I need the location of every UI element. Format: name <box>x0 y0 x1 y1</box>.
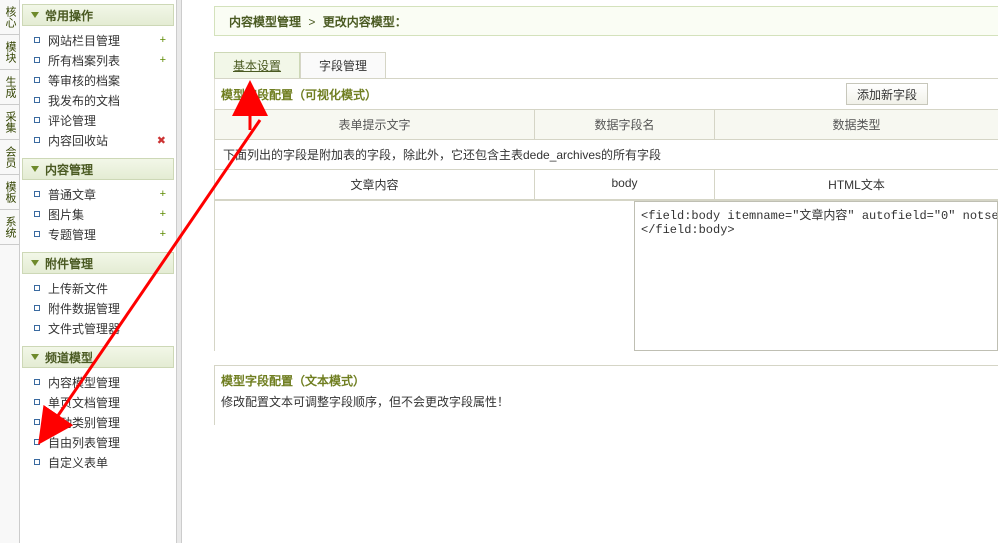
group-common[interactable]: 常用操作 <box>22 4 174 26</box>
sidebar-item[interactable]: 等审核的档案 <box>24 70 172 90</box>
tab-basic[interactable]: 基本设置 <box>214 52 300 78</box>
bullet-icon <box>34 137 40 143</box>
group-content[interactable]: 内容管理 <box>22 158 174 180</box>
sidebar-item[interactable]: 评论管理 <box>24 110 172 130</box>
left-vertical-tabs: 核心 模块 生成 采集 会员 模板 系统 <box>0 0 20 543</box>
bullet-icon <box>34 379 40 385</box>
text-config-title: 模型字段配置（文本模式） <box>221 372 998 389</box>
cell-prompt: 文章内容 <box>215 170 535 200</box>
cell-field: body <box>535 170 715 200</box>
group-attach[interactable]: 附件管理 <box>22 252 174 274</box>
sidebar-item[interactable]: 图片集+ <box>24 204 172 224</box>
sidebar-item[interactable]: 自定义表单 <box>24 452 172 472</box>
vtab-core[interactable]: 核心 <box>0 0 20 35</box>
bullet-icon <box>34 57 40 63</box>
bullet-icon <box>34 211 40 217</box>
chevron-down-icon <box>31 260 39 266</box>
bullet-icon <box>34 191 40 197</box>
add-icon[interactable]: + <box>160 208 166 220</box>
add-icon[interactable]: + <box>160 54 166 66</box>
add-icon[interactable]: + <box>160 188 166 200</box>
fields-note: 下面列出的字段是附加表的字段，除此外，它还包含主表dede_archives的所… <box>215 140 998 170</box>
fields-table: 表单提示文字 数据字段名 数据类型 下面列出的字段是附加表的字段，除此外，它还包… <box>214 109 998 201</box>
bullet-icon <box>34 231 40 237</box>
table-row[interactable]: 文章内容 body HTML文本 <box>215 170 998 200</box>
breadcrumb-root[interactable]: 内容模型管理 <box>229 15 301 29</box>
bullet-icon <box>34 117 40 123</box>
bullet-icon <box>34 77 40 83</box>
group-title: 常用操作 <box>45 9 93 23</box>
sidebar-item[interactable]: 网站栏目管理+ <box>24 30 172 50</box>
visual-config-title: 模型字段配置（可视化模式） <box>215 86 846 103</box>
cell-type: HTML文本 <box>715 170 998 200</box>
bullet-icon <box>34 97 40 103</box>
vtab-module[interactable]: 模块 <box>0 35 20 70</box>
chevron-down-icon <box>31 166 39 172</box>
bullet-icon <box>34 459 40 465</box>
bullet-icon <box>34 439 40 445</box>
group-title: 内容管理 <box>45 163 93 177</box>
sidebar-item[interactable]: 联动类别管理 <box>24 412 172 432</box>
vtab-template[interactable]: 模板 <box>0 175 20 210</box>
group-title: 频道模型 <box>45 351 93 365</box>
chevron-down-icon <box>31 354 39 360</box>
vtab-member[interactable]: 会员 <box>0 140 20 175</box>
bullet-icon <box>34 285 40 291</box>
field-config-textarea[interactable] <box>634 201 998 351</box>
chevron-right-icon: > <box>304 15 319 29</box>
add-icon[interactable]: + <box>160 34 166 46</box>
text-config-desc: 修改配置文本可调整字段顺序，但不会更改字段属性！ <box>221 393 998 410</box>
main-content: 内容模型管理 > 更改内容模型： 基本设置 字段管理 模型字段配置（可视化模式）… <box>184 0 998 543</box>
add-icon[interactable]: + <box>160 228 166 240</box>
bullet-icon <box>34 325 40 331</box>
group-channel[interactable]: 频道模型 <box>22 346 174 368</box>
sidebar-item[interactable]: 上传新文件 <box>24 278 172 298</box>
breadcrumb-current: 更改内容模型： <box>323 15 407 29</box>
sidebar-item[interactable]: 附件数据管理 <box>24 298 172 318</box>
add-field-button[interactable]: 添加新字段 <box>846 83 928 105</box>
bullet-icon <box>34 37 40 43</box>
sidebar-item[interactable]: 单页文档管理 <box>24 392 172 412</box>
sidebar-item[interactable]: 所有档案列表+ <box>24 50 172 70</box>
bullet-icon <box>34 399 40 405</box>
sidebar-item[interactable]: 内容回收站✖ <box>24 130 172 150</box>
sidebar-item[interactable]: 专题管理+ <box>24 224 172 244</box>
vtab-generate[interactable]: 生成 <box>0 70 20 105</box>
tab-fields[interactable]: 字段管理 <box>300 52 386 78</box>
vtab-system[interactable]: 系统 <box>0 210 20 245</box>
sidebar-item[interactable]: 我发布的文档 <box>24 90 172 110</box>
sidebar-item-model-manage[interactable]: 内容模型管理 <box>24 372 172 392</box>
col-field: 数据字段名 <box>535 110 715 140</box>
trash-icon[interactable]: ✖ <box>157 134 166 147</box>
pane-splitter[interactable] <box>176 0 182 543</box>
tabbar: 基本设置 字段管理 <box>214 52 998 78</box>
sidebar-item[interactable]: 普通文章+ <box>24 184 172 204</box>
sidebar: 常用操作 网站栏目管理+ 所有档案列表+ 等审核的档案 我发布的文档 评论管理 … <box>22 0 174 543</box>
breadcrumb: 内容模型管理 > 更改内容模型： <box>214 6 998 36</box>
text-config-section: 模型字段配置（文本模式） 修改配置文本可调整字段顺序，但不会更改字段属性！ <box>214 365 998 425</box>
chevron-down-icon <box>31 12 39 18</box>
bullet-icon <box>34 305 40 311</box>
vtab-collect[interactable]: 采集 <box>0 105 20 140</box>
sidebar-item[interactable]: 自由列表管理 <box>24 432 172 452</box>
bullet-icon <box>34 419 40 425</box>
col-type: 数据类型 <box>715 110 998 140</box>
sidebar-item[interactable]: 文件式管理器 <box>24 318 172 338</box>
col-prompt: 表单提示文字 <box>215 110 535 140</box>
group-title: 附件管理 <box>45 257 93 271</box>
